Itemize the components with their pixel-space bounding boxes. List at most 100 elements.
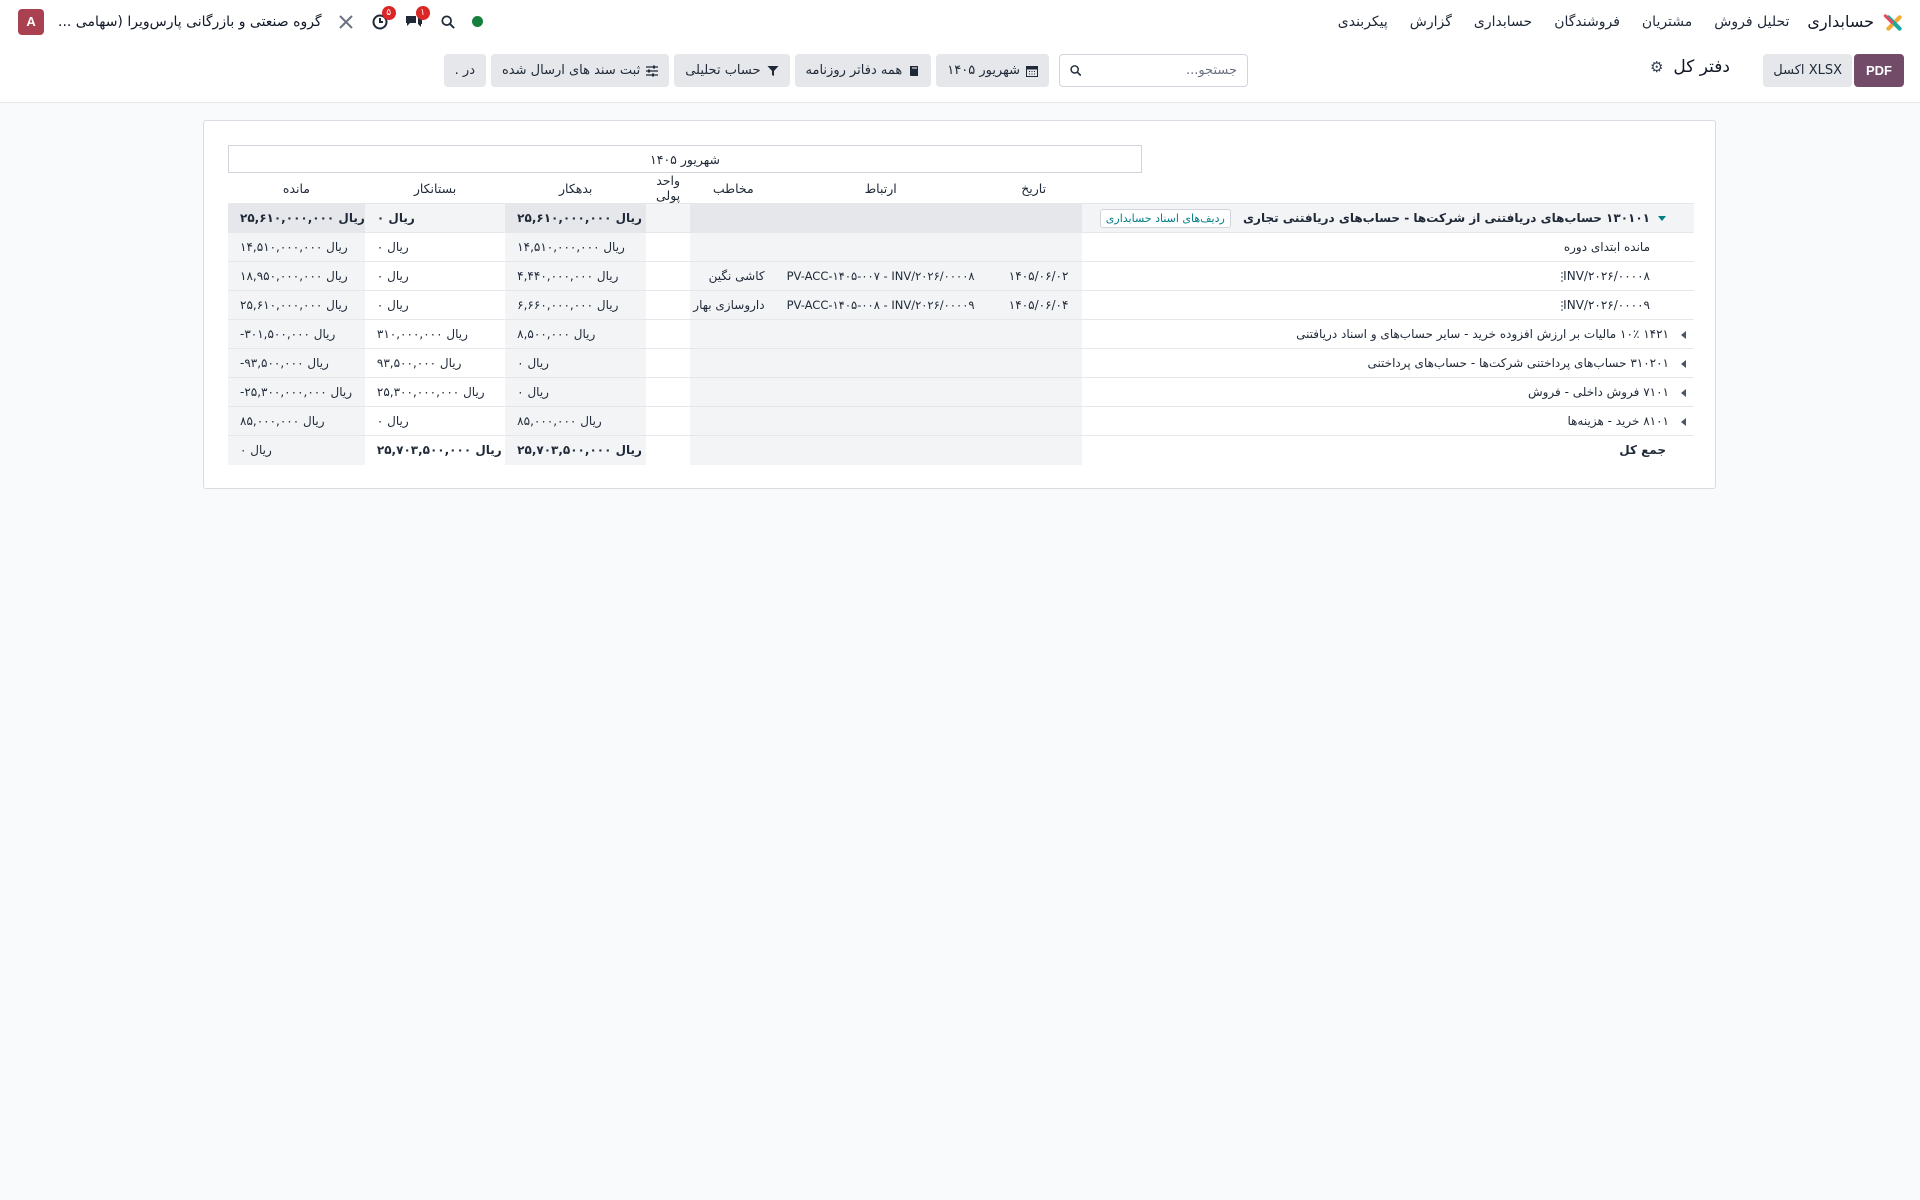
account-row-expanded[interactable]: ۱۳۰۱۰۱ حساب‌های دریافتنی از شرکت‌ها - حس… <box>228 203 1694 233</box>
cell-debit: ۶,۶۶۰,۰۰۰,۰۰۰ ریال <box>505 290 647 320</box>
posted-entries-filter-button[interactable]: ثبت سند های ارسال شده <box>491 54 670 87</box>
menu-configuration[interactable]: پیکربندی <box>1338 14 1388 30</box>
journal-items-link[interactable]: ردیف‌های اسناد حسابداری <box>1099 208 1231 228</box>
pdf-button[interactable]: PDF <box>1854 54 1904 87</box>
cell-date <box>984 377 1083 407</box>
cell-debit: ۰ ریال <box>505 377 647 407</box>
account-row-collapsed[interactable]: ۳۱۰۲۰۱ حساب‌های پرداختنی شرکت‌ها - حساب‌… <box>228 348 1694 378</box>
account-label-cell[interactable]: ۷۱۰۱ فروش داخلی - فروش <box>1082 377 1694 407</box>
menu-accounting[interactable]: حسابداری <box>1474 14 1532 30</box>
cell-partner: کاشی نگین <box>690 261 777 291</box>
cell-currency <box>646 377 690 407</box>
activity-badge: ۵ <box>381 5 396 20</box>
grand-total-row: جمع کل ۲۵,۷۰۳,۵۰۰,۰۰۰ ریال ۲۵,۷۰۳,۵۰۰,۰۰… <box>228 435 1694 465</box>
initial-balance-row: مانده ابتدای دوره ۱۴,۵۱۰,۰۰۰,۰۰۰ ریال ۰ … <box>228 232 1694 262</box>
caret-right-icon[interactable] <box>1681 330 1686 339</box>
menu-sales-analysis[interactable]: تحلیل فروش <box>1714 14 1789 30</box>
cell-communication <box>776 232 985 262</box>
column-header-partner: مخاطب <box>712 180 754 196</box>
account-label: ۷۱۰۱ فروش داخلی - فروش <box>1527 385 1669 399</box>
activity-clock-icon[interactable]: ۵ <box>370 5 396 32</box>
cell-date: ۱۴۰۵/۰۶/۰۲ <box>984 261 1083 291</box>
sliders-icon <box>646 65 659 76</box>
account-label: ۱۴۲۱ ۱۰٪ مالیات بر ارزش افزوده خرید - سا… <box>1296 327 1669 341</box>
move-line-row[interactable]: INV/۲۰۲۶/۰۰۰۰۹ ۱۴۰۵/۰۶/۰۴ PV-ACC-۱۴۰۵-۰۰… <box>228 290 1694 320</box>
cell-partner <box>690 203 777 233</box>
currency-filter-button[interactable]: در . <box>443 54 486 87</box>
messages-icon[interactable]: ۱ <box>404 5 430 32</box>
cell-date <box>984 435 1083 465</box>
cell-balance: ۰ ریال <box>228 435 365 465</box>
move-line-label-cell[interactable]: INV/۲۰۲۶/۰۰۰۰۹ <box>1082 290 1694 320</box>
xlsx-button[interactable]: XLSX اکسل <box>1763 54 1852 87</box>
page-title: دفتر کل <box>1673 57 1730 77</box>
menu-reporting[interactable]: گزارش <box>1410 14 1452 30</box>
caret-down-icon[interactable] <box>1658 215 1666 221</box>
cell-balance: ۱۸,۹۵۰,۰۰۰,۰۰۰ ریال <box>228 261 365 291</box>
app-brand[interactable]: حسابداری <box>1807 10 1906 34</box>
cell-partner <box>690 232 777 262</box>
cell-partner <box>690 406 777 436</box>
general-ledger-table: تاریخ ارتباط مخاطب واحد پولی بدهکار بستا… <box>228 173 1694 465</box>
cell-date <box>984 348 1083 378</box>
report-card: شهریور ۱۴۰۵ تاریخ ارتباط مخاطب واحد پولی… <box>203 120 1716 489</box>
cell-debit: ۸۵,۰۰۰,۰۰۰ ریال <box>505 406 647 436</box>
cell-credit: ۲۵,۷۰۳,۵۰۰,۰۰۰ ریال <box>364 435 506 465</box>
cell-currency <box>646 319 690 349</box>
caret-right-icon[interactable] <box>1681 388 1686 397</box>
account-label-cell[interactable]: ۸۱۰۱ خرید - هزینه‌ها <box>1082 406 1694 436</box>
account-label-cell[interactable]: ۳۱۰۲۰۱ حساب‌های پرداختنی شرکت‌ها - حساب‌… <box>1082 348 1694 378</box>
systray: ۱ ۵ گروه صنعتی و بازرگانی پارس‌ویرا (سها… <box>18 5 483 35</box>
cell-date <box>984 203 1083 233</box>
analytic-filter-button[interactable]: حساب تحلیلی <box>674 54 790 87</box>
journals-filter-button[interactable]: همه دفاتر روزنامه <box>794 54 932 87</box>
cell-partner <box>690 319 777 349</box>
main-menu: تحلیل فروش مشتریان فروشندگان حسابداری گز… <box>1338 14 1790 30</box>
report-filters: شهریور ۱۴۰۵ همه دفاتر روزنامه حساب تحلیل… <box>443 54 1049 87</box>
table-header-row: تاریخ ارتباط مخاطب واحد پولی بدهکار بستا… <box>228 173 1694 204</box>
cell-balance: -۳۰۱,۵۰۰,۰۰۰ ریال <box>228 319 365 349</box>
caret-right-icon[interactable] <box>1681 417 1686 426</box>
search-box[interactable] <box>1059 54 1248 87</box>
search-icon <box>1070 65 1082 77</box>
account-label-cell[interactable]: ۱۳۰۱۰۱ حساب‌های دریافتنی از شرکت‌ها - حس… <box>1082 203 1694 233</box>
calendar-icon <box>1026 65 1038 77</box>
cell-credit: ۰ ریال <box>364 406 506 436</box>
cell-currency <box>646 203 690 233</box>
search-icon[interactable] <box>438 12 458 32</box>
account-label-cell[interactable]: ۱۴۲۱ ۱۰٪ مالیات بر ارزش افزوده خرید - سا… <box>1082 319 1694 349</box>
account-row-collapsed[interactable]: ۸۱۰۱ خرید - هزینه‌ها ۸۵,۰۰۰,۰۰۰ ریال ۰ ر… <box>228 406 1694 436</box>
cell-partner <box>690 377 777 407</box>
search-input[interactable] <box>1089 63 1237 78</box>
cell-communication <box>776 203 985 233</box>
menu-customers[interactable]: مشتریان <box>1642 14 1692 30</box>
move-line-label-cell[interactable]: INV/۲۰۲۶/۰۰۰۰۸ <box>1082 261 1694 291</box>
gear-icon[interactable]: ⚙ <box>1650 58 1663 76</box>
menu-vendors[interactable]: فروشندگان <box>1554 14 1620 30</box>
debug-tools-icon[interactable] <box>336 12 356 32</box>
cell-credit: ۰ ریال <box>364 203 506 233</box>
move-line-label: INV/۲۰۲۶/۰۰۰۰۹ <box>1563 298 1650 312</box>
column-header-credit: بستانکار <box>413 180 457 196</box>
account-row-collapsed[interactable]: ۷۱۰۱ فروش داخلی - فروش ۰ ریال ۲۵,۳۰۰,۰۰۰… <box>228 377 1694 407</box>
cell-communication <box>776 348 985 378</box>
page-title-group: دفتر کل ⚙ <box>1650 57 1730 77</box>
caret-right-icon[interactable] <box>1681 359 1686 368</box>
control-panel: PDF XLSX اکسل دفتر کل ⚙ شهریور ۱۴۰۵ همه … <box>0 43 1920 103</box>
column-header-balance: مانده <box>282 180 310 196</box>
posted-entries-filter-label: ثبت سند های ارسال شده <box>502 63 641 78</box>
account-row-collapsed[interactable]: ۱۴۲۱ ۱۰٪ مالیات بر ارزش افزوده خرید - سا… <box>228 319 1694 349</box>
cell-date: ۱۴۰۵/۰۶/۰۴ <box>984 290 1083 320</box>
cell-communication: PV-ACC-۱۴۰۵-۰۰۸ - INV/۲۰۲۶/۰۰۰۰۹ <box>776 290 985 320</box>
grand-total-label: جمع کل <box>1082 435 1694 465</box>
accounting-app-icon <box>1882 10 1906 34</box>
column-header-debit: بدهکار <box>558 180 593 196</box>
company-switcher[interactable]: گروه صنعتی و بازرگانی پارس‌ویرا (سهامی .… <box>58 14 322 30</box>
cell-credit: ۰ ریال <box>364 290 506 320</box>
cell-balance: ۱۴,۵۱۰,۰۰۰,۰۰۰ ریال <box>228 232 365 262</box>
date-filter-button[interactable]: شهریور ۱۴۰۵ <box>936 54 1049 87</box>
cell-currency <box>646 232 690 262</box>
move-line-row[interactable]: INV/۲۰۲۶/۰۰۰۰۸ ۱۴۰۵/۰۶/۰۲ PV-ACC-۱۴۰۵-۰۰… <box>228 261 1694 291</box>
user-avatar[interactable]: A <box>18 8 44 35</box>
cell-balance: -۹۳,۵۰۰,۰۰۰ ریال <box>228 348 365 378</box>
